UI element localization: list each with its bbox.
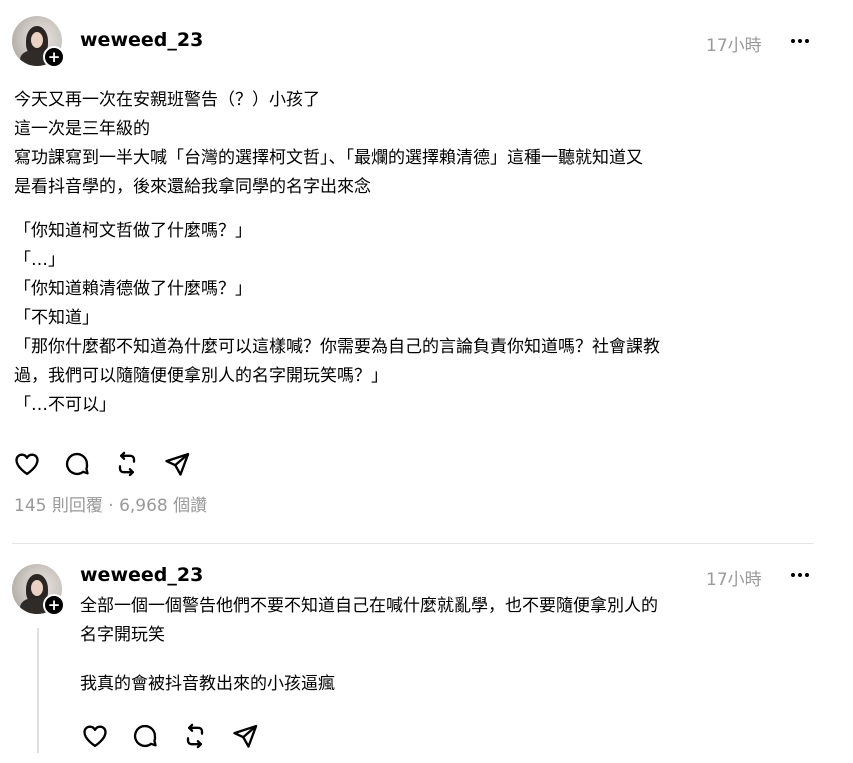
- post-line: 「你知道柯文哲做了什麼嗎？」: [14, 221, 252, 241]
- share-button[interactable]: [230, 721, 260, 751]
- post-body: 今天又再一次在安親班警告（？）小孩了 這一次是三年級的 寫功課寫到一半大喊「台灣…: [14, 86, 829, 420]
- heart-icon: [83, 725, 107, 748]
- send-icon: [165, 452, 190, 476]
- reply-body: 全部一個一個警告他們不要不知道自己在喊什麼就亂學，也不要隨便拿別人的 名字開玩笑…: [80, 592, 820, 699]
- follow-plus-icon[interactable]: +: [43, 594, 65, 616]
- post-timestamp[interactable]: 17小時: [706, 31, 762, 56]
- post-line: 「那你什麼都不知道為什麼可以這樣喊？你需要為自己的言論負責你知道嗎？社會課教: [14, 337, 660, 357]
- post-line: 過，我們可以隨隨便便拿別人的名字開玩笑嗎？」: [14, 366, 388, 386]
- comment-icon: [65, 452, 89, 475]
- divider: [12, 543, 814, 544]
- post-line: 「不知道」: [14, 308, 99, 328]
- send-icon: [233, 724, 258, 748]
- post-line: 「你知道賴清德做了什麼嗎？」: [14, 279, 252, 299]
- post-line: 這一次是三年級的: [14, 119, 150, 139]
- avatar[interactable]: +: [12, 14, 66, 68]
- heart-icon: [15, 453, 39, 476]
- threads-post-page: + weweed_23 17小時 今天又再一次在安親班警告（？）小孩了 這一次是…: [0, 0, 853, 763]
- post-stats[interactable]: 145 則回覆 · 6,968 個讚: [14, 491, 207, 516]
- repost-button[interactable]: [180, 721, 210, 751]
- follow-plus-icon[interactable]: +: [43, 46, 65, 68]
- post-line: 「…」: [14, 250, 65, 270]
- avatar[interactable]: +: [12, 562, 66, 616]
- more-icon[interactable]: [789, 30, 811, 52]
- repost-icon: [186, 723, 204, 749]
- share-button[interactable]: [162, 449, 192, 479]
- reply-line: 名字開玩笑: [80, 625, 165, 645]
- comment-icon: [133, 724, 157, 747]
- comment-button[interactable]: [62, 449, 92, 479]
- post-actions: [12, 449, 192, 479]
- like-button[interactable]: [12, 449, 42, 479]
- reply-actions: [80, 721, 260, 751]
- like-button[interactable]: [80, 721, 110, 751]
- reply-line: 全部一個一個警告他們不要不知道自己在喊什麼就亂學，也不要隨便拿別人的: [80, 596, 658, 616]
- post-header: + weweed_23 17小時: [12, 14, 822, 68]
- post-line: 寫功課寫到一半大喊「台灣的選擇柯文哲」、「最爛的選擇賴清德」這種一聽就知道又: [14, 148, 643, 168]
- repost-icon: [118, 451, 136, 477]
- reply-timestamp[interactable]: 17小時: [706, 565, 762, 590]
- reply-line: 我真的會被抖音教出來的小孩逼瘋: [80, 674, 335, 694]
- post-line: 是看抖音學的，後來還給我拿同學的名字出來念: [14, 177, 371, 197]
- post-line: 「…不可以」: [14, 395, 116, 415]
- post-username[interactable]: weweed_23: [80, 29, 203, 51]
- comment-button[interactable]: [130, 721, 160, 751]
- more-icon[interactable]: [789, 564, 811, 586]
- repost-button[interactable]: [112, 449, 142, 479]
- thread-line: [37, 628, 39, 753]
- post-line: 今天又再一次在安親班警告（？）小孩了: [14, 90, 320, 110]
- reply-username[interactable]: weweed_23: [80, 564, 203, 586]
